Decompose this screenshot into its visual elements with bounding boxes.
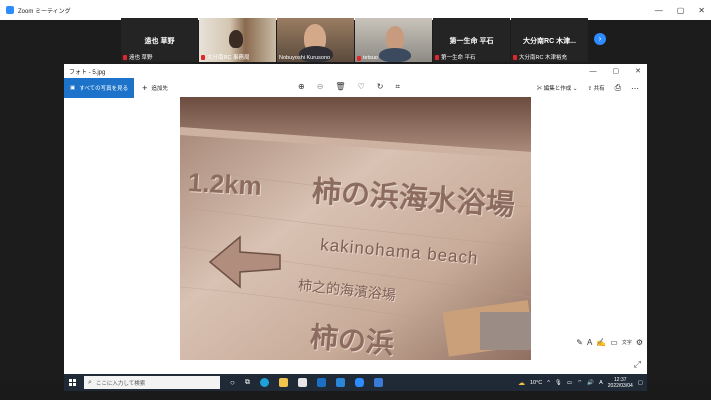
participant-tile[interactable]: 大分南RC 事務局 <box>199 18 276 62</box>
zoom-bottom-area <box>0 391 711 400</box>
volume-icon[interactable]: 🔊 <box>587 380 594 386</box>
photos-titlebar: フォト - 5.jpg — ▢ ✕ <box>64 64 647 78</box>
rotate-icon[interactable]: ↻ <box>377 82 384 92</box>
screen-icon[interactable]: ▭ <box>610 338 618 347</box>
participant-tile[interactable]: 第一生命 平石 第一生命 平石 <box>433 18 510 62</box>
search-placeholder: ここに入力して検索 <box>95 380 146 387</box>
all-photos-button[interactable]: ▣ すべての写真を見る <box>64 78 135 98</box>
photo-bottom-tools: ✎ A ✍ ▭ 文字 ⚙ <box>576 338 643 347</box>
participant-label: 第一生命 平石 <box>441 55 476 61</box>
participant-display-name: 遠也 草野 <box>144 38 175 45</box>
photo-bottom-text: 柿の浜 <box>308 321 396 360</box>
edge-browser-icon[interactable] <box>259 378 269 387</box>
zoom-window-title: Zoom ミーティング <box>18 8 71 15</box>
maximize-button[interactable]: ▢ <box>613 67 620 75</box>
all-photos-label: すべての写真を見る <box>79 86 129 92</box>
participant-label: 大分南RC 木津裕充 <box>519 55 567 61</box>
photo-distance-text: 1.2km <box>187 167 263 201</box>
battery-icon[interactable]: ▭ <box>567 380 572 386</box>
close-button[interactable]: ✕ <box>635 67 641 75</box>
participant-strip: 遠也 草野 遠也 草野 大分南RC 事務局 Nobuyoshi Kurusono… <box>121 18 588 62</box>
participant-label: 遠也 草野 <box>129 55 153 61</box>
translate-icon[interactable]: 文字 <box>622 339 632 346</box>
clock[interactable]: 12:37 2022/03/04 <box>608 377 633 389</box>
next-page-arrow-icon[interactable]: › <box>594 33 606 45</box>
favorite-icon[interactable]: ♡ <box>358 82 365 92</box>
start-button[interactable] <box>64 374 80 391</box>
muted-mic-icon <box>201 54 205 60</box>
settings-gear-icon[interactable]: ⚙ <box>636 338 643 347</box>
muted-mic-icon <box>435 54 439 60</box>
participant-display-name: 第一生命 平石 <box>449 38 494 45</box>
participant-label: tetsuo <box>363 55 378 61</box>
participant-tile[interactable]: 大分南RC 木津... 大分南RC 木津裕充 <box>511 18 588 62</box>
zoom-app-icon[interactable] <box>354 378 364 387</box>
plus-icon: + <box>142 83 148 93</box>
share-button[interactable]: ⇪ 共有 <box>587 84 604 92</box>
search-icon: ⌕ <box>88 378 92 386</box>
clock-date: 2022/03/04 <box>607 382 633 389</box>
muted-mic-icon <box>357 55 361 61</box>
photos-app-icon[interactable] <box>335 378 345 387</box>
outlook-icon[interactable] <box>316 378 326 387</box>
annotate-icon[interactable]: ✍ <box>596 338 606 347</box>
participant-video-figure <box>379 48 411 62</box>
gallery-icon: ▣ <box>70 85 76 91</box>
participant-video-figure <box>229 30 243 48</box>
ime-indicator[interactable]: A <box>599 380 603 386</box>
close-button[interactable]: ✕ <box>698 6 705 15</box>
windows-taskbar: ⌕ ここに入力して検索 ○ ⧉ ☁ 10°C ^ 🎙 ▭ ⌔ 🔊 A 12:37… <box>64 374 647 391</box>
participant-display-name: 大分南RC 木津... <box>523 38 576 45</box>
delete-icon[interactable]: 🗑 <box>335 82 345 92</box>
file-explorer-icon[interactable] <box>278 378 288 387</box>
add-to-button[interactable]: + 追加先 <box>142 83 168 93</box>
minimize-button[interactable]: — <box>655 6 663 15</box>
photos-active-icon[interactable] <box>373 378 383 387</box>
participant-tile[interactable]: 遠也 草野 遠也 草野 <box>121 18 198 62</box>
muted-mic-icon <box>123 54 127 60</box>
photos-toolbar: ▣ すべての写真を見る + 追加先 ⊕ ⊖ 🗑 ♡ ↻ ⌗ ✂ 編集と作成 ⌄ … <box>64 78 647 98</box>
microphone-icon[interactable]: 🎙 <box>555 380 562 386</box>
pen-icon[interactable]: ✎ <box>576 338 583 347</box>
zoom-logo-icon <box>6 6 14 14</box>
zoom-out-icon[interactable]: ⊖ <box>317 82 324 92</box>
maximize-button[interactable]: ▢ <box>677 6 685 15</box>
notification-icon[interactable]: ▢ <box>638 380 643 386</box>
taskbar-search-box[interactable]: ⌕ ここに入力して検索 <box>84 376 220 389</box>
participant-tile[interactable]: tetsuo <box>355 18 432 62</box>
participant-label: 大分南RC 事務局 <box>207 55 250 61</box>
add-to-label: 追加先 <box>151 86 168 92</box>
more-options-icon[interactable]: ⋯ <box>631 84 639 93</box>
crop-icon[interactable]: ⌗ <box>395 82 400 92</box>
participant-video-figure <box>386 26 404 50</box>
system-tray: ☁ 10°C ^ 🎙 ▭ ⌔ 🔊 A 12:37 2022/03/04 ▢ <box>518 374 643 391</box>
photos-window-title: フォト - 5.jpg <box>69 69 106 76</box>
share-label: 共有 <box>593 86 605 92</box>
participant-tile[interactable]: Nobuyoshi Kurusono <box>277 18 354 62</box>
weather-icon[interactable]: ☁ <box>518 379 525 387</box>
participant-label: Nobuyoshi Kurusono <box>279 55 331 61</box>
print-icon[interactable]: ⎙ <box>615 83 621 93</box>
zoom-window-controls: — ▢ ✕ <box>655 0 705 20</box>
cortana-icon[interactable]: ○ <box>230 378 235 387</box>
windows-logo-icon <box>68 379 76 386</box>
minimize-button[interactable]: — <box>590 68 597 75</box>
edit-create-label: 編集と作成 <box>543 86 572 92</box>
temperature-text[interactable]: 10°C <box>530 380 542 386</box>
zoom-in-icon[interactable]: ⊕ <box>298 82 305 92</box>
network-icon[interactable]: ⌔ <box>577 379 582 386</box>
muted-mic-icon <box>513 54 517 60</box>
task-view-icon[interactable]: ⧉ <box>245 379 250 387</box>
photo-viewer[interactable]: 1.2km 柿の浜海水浴場 kakinohama beach 柿之的海濱浴場 柿… <box>180 97 531 360</box>
expand-fullscreen-icon[interactable]: ⤢ <box>634 359 641 370</box>
edit-create-button[interactable]: ✂ 編集と作成 ⌄ <box>537 84 578 92</box>
photos-window: フォト - 5.jpg — ▢ ✕ ▣ すべての写真を見る + 追加先 ⊕ ⊖ … <box>64 64 647 374</box>
zoom-titlebar: Zoom ミーティング — ▢ ✕ <box>0 0 711 20</box>
text-icon[interactable]: A <box>587 338 592 347</box>
store-icon[interactable] <box>297 378 307 387</box>
tray-chevron-icon[interactable]: ^ <box>547 380 550 386</box>
